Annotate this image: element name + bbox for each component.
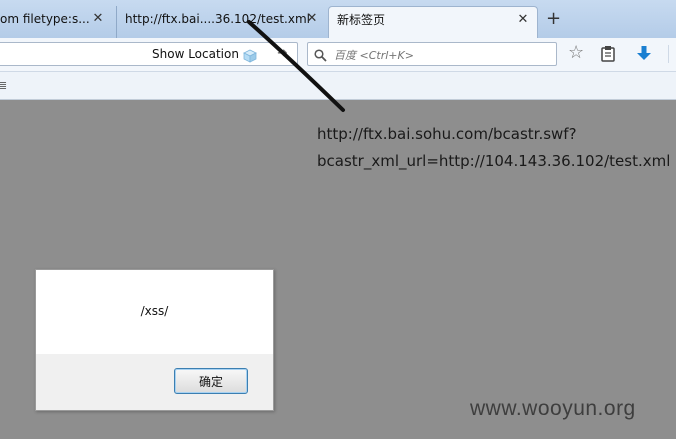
tab-label: om filetype:s... [0,12,90,26]
navigation-toolbar: Show Location ➜ ☆ [0,38,676,72]
search-icon [314,47,327,66]
tab-label: 新标签页 [337,13,386,27]
clipboard-icon[interactable] [600,45,616,66]
bookmark-star-icon[interactable]: ☆ [568,43,584,63]
bookmarks-toolbar: ≣ [0,72,676,100]
tab-label: http://ftx.bai....36.102/test.xml [125,12,310,26]
tab-search-results[interactable]: om filetype:s... ✕ [0,6,112,38]
watermark: www.wooyun.org [470,397,636,420]
url-bar[interactable]: Show Location ➜ [0,42,298,66]
page-content-text: http://ftx.bai.sohu.com/bcastr.swf? bcas… [317,121,670,175]
alert-message: /xss/ [140,304,169,318]
xml-param-line: bcastr_xml_url=http://104.143.36.102/tes… [317,152,671,170]
search-input[interactable] [332,45,551,65]
new-tab-button[interactable]: + [546,8,561,30]
close-icon[interactable]: ✕ [517,13,529,26]
search-bar[interactable] [307,42,557,66]
alert-dialog: /xss/ 确定 [35,269,274,411]
toolbar-overflow[interactable] [668,45,676,63]
ok-button[interactable]: 确定 [174,368,248,394]
close-icon[interactable]: ✕ [306,12,318,25]
tab-strip: om filetype:s... ✕ http://ftx.bai....36.… [0,0,676,38]
show-location-label: Show Location [152,47,239,61]
bookmarks-menu-icon[interactable]: ≣ [0,79,7,92]
tab-test-xml[interactable]: http://ftx.bai....36.102/test.xml ✕ [116,6,326,38]
download-icon[interactable] [636,45,652,66]
cube-icon[interactable] [243,48,257,67]
tab-new-tab-active[interactable]: 新标签页 ✕ [328,6,538,38]
go-arrow-icon[interactable]: ➜ [277,46,288,61]
swf-url-line: http://ftx.bai.sohu.com/bcastr.swf? [317,125,577,143]
close-icon[interactable]: ✕ [92,12,104,25]
